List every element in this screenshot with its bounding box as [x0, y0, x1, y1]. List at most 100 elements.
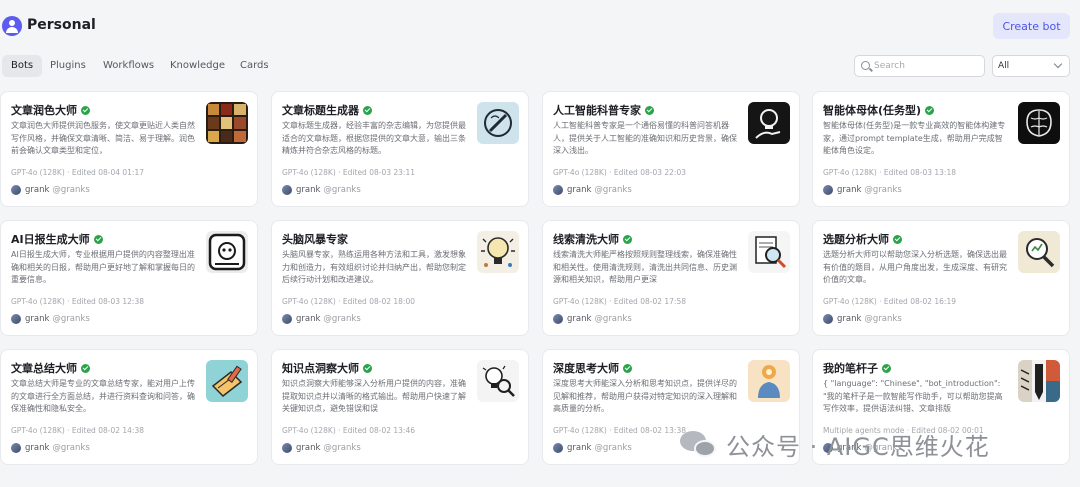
mosaic-art-icon — [206, 102, 248, 144]
bot-card[interactable]: 文章润色大师 文章润色大师提供润色服务，使文章更贴近人类自然写作风格，并确保文章… — [0, 91, 258, 207]
bot-description: 线索清洗大师能严格按照规则整理线索，确保准确性和相关性。使用清洗规则，清洗出共同… — [553, 250, 737, 284]
bot-meta: GPT-4o (128K) · Edited 08-03 13:18 — [823, 168, 956, 177]
bot-meta: GPT-4o (128K) · Edited 08-02 14:38 — [11, 426, 144, 435]
author-name: grank — [296, 185, 321, 195]
author-name: grank — [25, 185, 50, 195]
author-name: grank — [837, 314, 862, 324]
bot-card[interactable]: AI日报生成大师 AI日报生成大师，专业根据用户提供的内容整理出准确和相关的日报… — [0, 220, 258, 336]
verified-icon — [925, 105, 935, 115]
bot-card[interactable]: 选题分析大师 选题分析大师可以帮助您深入分析选题，确保选出最有价值的题目，从用户… — [812, 220, 1070, 336]
author-name: grank — [25, 443, 50, 453]
author-name: grank — [567, 314, 592, 324]
bot-description: 选题分析大师可以帮助您深入分析选题，确保选出最有价值的题目，从用户角度出发，生成… — [823, 250, 1007, 284]
verified-icon — [81, 363, 90, 373]
lightbulb-hand-icon — [748, 102, 790, 144]
workspace-title: Personal — [27, 17, 96, 33]
author-handle: @granks — [864, 314, 902, 324]
verified-icon — [93, 234, 103, 244]
bot-meta: GPT-4o (128K) · Edited 08-02 17:58 — [553, 297, 686, 306]
bot-title: 线索清洗大师 — [553, 233, 619, 246]
brain-icon — [1018, 102, 1060, 144]
bot-title: 文章总结大师 — [11, 362, 77, 375]
author-name: grank — [837, 185, 862, 195]
author-name: grank — [567, 443, 592, 453]
verified-icon — [882, 363, 891, 373]
author-name: grank — [567, 185, 592, 195]
author-handle: @granks — [323, 314, 361, 324]
tab-cards[interactable]: Cards — [231, 55, 278, 77]
filter-select[interactable]: All — [992, 55, 1070, 77]
search-box[interactable] — [854, 55, 985, 77]
verified-icon — [623, 234, 632, 244]
author-name: grank — [296, 443, 321, 453]
author-name: grank — [25, 314, 50, 324]
pencil-art-icon — [1018, 360, 1060, 402]
bot-card[interactable]: 文章总结大师 文章总结大师是专业的文章总结专家，能对用户上传的文章进行全方面总结… — [0, 349, 258, 465]
tab-knowledge[interactable]: Knowledge — [161, 55, 234, 77]
idea-bulb-icon — [477, 231, 519, 273]
bot-title: 深度思考大师 — [553, 362, 619, 375]
verified-icon — [363, 105, 372, 115]
author-name: grank — [296, 314, 321, 324]
bot-description: 头脑风暴专家，熟练运用各种方法和工具，激发想象力和创造力，有效组织讨论并归纳产出… — [282, 250, 466, 284]
verified-icon — [81, 105, 90, 115]
magnifier-doc-icon — [748, 231, 790, 273]
wechat-icon — [680, 427, 720, 461]
bot-title: 文章标题生成器 — [282, 104, 359, 117]
bot-meta: GPT-4o (128K) · Edited 08-03 22:03 — [553, 168, 686, 177]
bot-card[interactable]: 知识点洞察大师 知识点洞察大师能够深入分析用户提供的内容，准确提取知识点并以清晰… — [271, 349, 529, 465]
bot-card[interactable]: 线索清洗大师 线索清洗大师能严格按照规则整理线索，确保准确性和相关性。使用清洗规… — [542, 220, 800, 336]
bot-card[interactable]: 文章标题生成器 文章标题生成器，经验丰富的杂志编辑，为您提供最适合的文章标题，根… — [271, 91, 529, 207]
avatar — [282, 314, 292, 324]
chevron-down-icon — [1053, 59, 1063, 69]
bot-meta: GPT-4o (128K) · Edited 08-04 01:17 — [11, 168, 144, 177]
bot-title: 头脑风暴专家 — [282, 233, 348, 246]
avatar — [11, 443, 21, 453]
author-handle: @granks — [594, 443, 632, 453]
bot-description: { "language": "Chinese", "bot_introducti… — [823, 379, 1003, 413]
bot-meta: GPT-4o (128K) · Edited 08-02 13:38 — [553, 426, 686, 435]
pen-circle-icon — [477, 102, 519, 144]
bot-meta: GPT-4o (128K) · Edited 08-03 12:38 — [11, 297, 144, 306]
author-handle: @granks — [323, 185, 361, 195]
bot-meta: GPT-4o (128K) · Edited 08-02 18:00 — [282, 297, 415, 306]
avatar — [553, 314, 563, 324]
avatar — [823, 314, 833, 324]
bot-description: AI日报生成大师，专业根据用户提供的内容整理出准确和相关的日报，帮助用户更好地了… — [11, 250, 195, 284]
avatar — [11, 314, 21, 324]
tab-workflows[interactable]: Workflows — [94, 55, 163, 77]
bot-description: 文章总结大师是专业的文章总结专家，能对用户上传的文章进行全方面总结，并进行资料查… — [11, 379, 195, 413]
create-bot-button[interactable]: Create bot — [993, 13, 1070, 39]
header: Personal Create bot — [0, 0, 1080, 52]
robot-newspaper-icon — [206, 231, 248, 273]
avatar — [282, 443, 292, 453]
bot-description: 知识点洞察大师能够深入分析用户提供的内容，准确提取知识点并以清晰的格式输出。帮助… — [282, 379, 466, 413]
watermark: 公众号 · AIGC思维火花 — [680, 424, 990, 464]
verified-icon — [893, 234, 902, 244]
tab-plugins[interactable]: Plugins — [41, 55, 95, 77]
bot-description: 智能体母体(任务型)是一款专业高效的智能体构建专家，通过prompt templ… — [823, 121, 1006, 155]
tab-bots[interactable]: Bots — [2, 55, 43, 77]
workspace-avatar-icon — [2, 16, 22, 36]
search-input[interactable] — [874, 58, 979, 74]
author-handle: @granks — [594, 314, 632, 324]
author-handle: @granks — [594, 185, 632, 195]
thinker-icon — [748, 360, 790, 402]
bot-title: 人工智能科普专家 — [553, 104, 641, 117]
author-handle: @granks — [52, 314, 90, 324]
author-handle: @granks — [323, 443, 361, 453]
author-handle: @granks — [864, 185, 902, 195]
bot-card[interactable]: 头脑风暴专家 头脑风暴专家，熟练运用各种方法和工具，激发想象力和创造力，有效组织… — [271, 220, 529, 336]
verified-icon — [623, 363, 632, 373]
bot-card[interactable]: 人工智能科普专家 人工智能科普专家是一个通俗易懂的科普问答机器人，提供关于人工智… — [542, 91, 800, 207]
book-pencil-icon — [206, 360, 248, 402]
avatar — [553, 185, 563, 195]
bot-description: 文章润色大师提供润色服务，使文章更贴近人类自然写作风格，并确保文章清晰、简洁、易… — [11, 121, 195, 155]
avatar — [11, 185, 21, 195]
bot-card[interactable]: 智能体母体(任务型) 智能体母体(任务型)是一款专业高效的智能体构建专家，通过p… — [812, 91, 1070, 207]
bot-title: 选题分析大师 — [823, 233, 889, 246]
avatar — [553, 443, 563, 453]
bot-meta: GPT-4o (128K) · Edited 08-03 23:11 — [282, 168, 415, 177]
bulb-magnifier-icon — [477, 360, 519, 402]
author-handle: @granks — [52, 443, 90, 453]
